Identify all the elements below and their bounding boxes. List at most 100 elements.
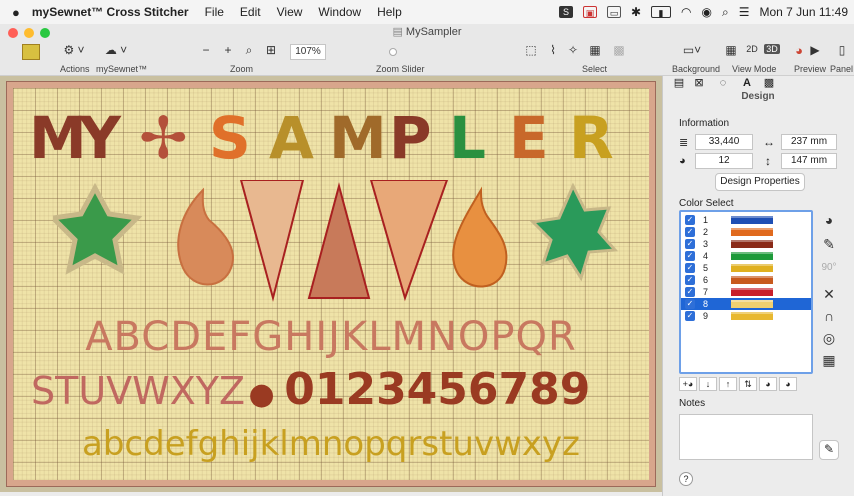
preview-label: Preview: [794, 64, 827, 74]
actions-label: Actions: [60, 64, 90, 74]
sort-colors-button[interactable]: ⇅: [739, 377, 757, 391]
edit-notes-button[interactable]: ✎: [819, 440, 839, 460]
view-mode-3d-button[interactable]: 3D: [764, 44, 780, 54]
menu-help[interactable]: Help: [369, 5, 410, 19]
color-number: 7: [703, 287, 709, 297]
minimize-window-button[interactable]: [24, 28, 34, 38]
tab-text-icon[interactable]: A: [739, 76, 755, 90]
status-flag-icon[interactable]: ▣: [582, 6, 597, 18]
zoom-actual-size-icon[interactable]: ⊞: [264, 43, 278, 57]
spiral-icon[interactable]: ◎: [819, 328, 839, 348]
menu-app-name[interactable]: mySewnet™ Cross Stitcher: [28, 5, 197, 19]
color-checkbox[interactable]: ✓: [685, 299, 695, 309]
select-lasso-icon[interactable]: ⌇: [546, 43, 560, 57]
zoom-to-fit-icon[interactable]: ⌕: [242, 43, 256, 58]
zoom-out-button[interactable]: −: [200, 43, 212, 57]
bluetooth-icon[interactable]: ✱: [631, 5, 641, 19]
wifi-icon[interactable]: ◠: [681, 5, 691, 19]
color-checkbox[interactable]: ✓: [685, 311, 695, 321]
merge-colors-button[interactable]: ◕: [759, 377, 777, 391]
color-checkbox[interactable]: ✓: [685, 263, 695, 273]
add-color-palette-icon[interactable]: ◕: [819, 210, 839, 230]
tab-design-info-icon[interactable]: ▤: [671, 76, 687, 90]
menu-view[interactable]: View: [269, 5, 311, 19]
menu-file[interactable]: File: [197, 5, 232, 19]
actions-gear-icon[interactable]: ⚙ ˅: [62, 43, 86, 57]
preview-color-icon[interactable]: ◕: [792, 43, 806, 58]
status-display-icon[interactable]: ▭: [606, 6, 621, 18]
design-canvas[interactable]: M Y ✢ S A M P L E R ABCDEFGHIJKLMNOPQR STUVWXYZ ●…: [0, 76, 662, 492]
preview-play-icon[interactable]: ▶: [808, 43, 822, 57]
color-list-item[interactable]: ✓ 2: [681, 226, 811, 238]
color-checkbox[interactable]: ✓: [685, 215, 695, 225]
remove-stitches-icon[interactable]: ✕: [819, 284, 839, 304]
design-properties-button[interactable]: Design Properties: [715, 173, 805, 191]
color-list-item[interactable]: ✓ 3: [681, 238, 811, 250]
control-center-icon[interactable]: ☰: [739, 5, 750, 19]
color-checkbox[interactable]: ✓: [685, 287, 695, 297]
green-star-motif: [53, 182, 143, 275]
color-list-item[interactable]: ✓ 7: [681, 286, 811, 298]
spotlight-search-icon[interactable]: ⌕: [722, 5, 729, 20]
panel-toggle-icon[interactable]: ▯: [836, 43, 848, 57]
width-field: 237 mm: [781, 134, 837, 150]
color-checkbox[interactable]: ✓: [685, 275, 695, 285]
add-color-button[interactable]: +◕: [679, 377, 697, 391]
eyedropper-icon[interactable]: ✎: [819, 234, 839, 254]
apple-icon[interactable]: ●: [0, 5, 28, 20]
color-checkbox[interactable]: ✓: [685, 227, 695, 237]
app-logo-icon[interactable]: [22, 44, 40, 60]
color-list-item[interactable]: ✓ 6: [681, 274, 811, 286]
color-checkbox[interactable]: ✓: [685, 239, 695, 249]
color-checkbox[interactable]: ✓: [685, 251, 695, 261]
menu-edit[interactable]: Edit: [232, 5, 269, 19]
menubar-clock[interactable]: Mon 7 Jun 11:49: [759, 5, 848, 19]
color-list-item[interactable]: ✓ 5: [681, 262, 811, 274]
select-rectangle-icon[interactable]: ⬚: [524, 43, 538, 57]
mysewnet-cloud-icon[interactable]: ☁ ˅: [104, 43, 128, 57]
battery-icon[interactable]: ▮: [651, 6, 672, 18]
view-mode-grid-icon[interactable]: ▦: [724, 43, 738, 57]
tab-stitch-icon[interactable]: ⊠: [691, 76, 707, 90]
uppercase-digits-row: STUVWXYZ ● 0123456789: [31, 364, 651, 415]
close-window-button[interactable]: [8, 28, 18, 38]
outline-icon[interactable]: ∩: [819, 306, 839, 326]
tab-select-icon[interactable]: ◌: [715, 76, 731, 90]
color-list-item[interactable]: ✓ 4: [681, 250, 811, 262]
color-swatch: [731, 264, 773, 272]
green-snowflake-motif: [529, 182, 619, 282]
help-button[interactable]: ?: [679, 472, 693, 486]
zoom-window-button[interactable]: [40, 28, 50, 38]
color-number: 2: [703, 227, 709, 237]
rotate-90-icon[interactable]: 90°: [819, 258, 839, 278]
menu-window[interactable]: Window: [310, 5, 369, 19]
color-list-item[interactable]: ✓ 9: [681, 310, 811, 322]
color-count-field: 12: [695, 153, 753, 169]
zoom-in-button[interactable]: +: [222, 43, 234, 57]
title-letter: S: [209, 104, 251, 172]
zoom-slider-thumb[interactable]: [388, 48, 397, 56]
select-magic-wand-icon[interactable]: ✧: [566, 43, 580, 57]
zoom-value-field[interactable]: 107%: [290, 44, 326, 60]
color-select-list[interactable]: ✓ 1 ✓ 2 ✓ 3 ✓ 4 ✓ 5 ✓ 6 ✓ 7 ✓ 8 ✓ 9: [679, 210, 813, 374]
view-mode-2d-button[interactable]: 2D: [744, 44, 760, 54]
color-list-item[interactable]: ✓ 1: [681, 214, 811, 226]
select-color-icon[interactable]: ▦: [588, 43, 602, 57]
tab-fill-icon[interactable]: ▩: [761, 76, 777, 90]
fill-pattern-icon[interactable]: ▦: [819, 350, 839, 370]
color-swatch: [731, 288, 773, 296]
color-list-item[interactable]: ✓ 8: [681, 298, 811, 310]
user-icon[interactable]: ◉: [702, 5, 712, 19]
title-letter: E: [509, 104, 549, 172]
move-color-up-button[interactable]: ↑: [719, 377, 737, 391]
color-swatch: [731, 240, 773, 248]
status-s-icon[interactable]: S: [558, 6, 573, 18]
cross-stitch-sampler[interactable]: M Y ✢ S A M P L E R ABCDEFGHIJKLMNOPQR STUVWXYZ ●…: [6, 81, 656, 487]
notes-label: Notes: [679, 398, 706, 409]
move-color-down-button[interactable]: ↓: [699, 377, 717, 391]
select-all-icon[interactable]: ▩: [612, 43, 626, 57]
notes-textarea[interactable]: [679, 414, 813, 460]
background-icon[interactable]: ▭˅: [680, 43, 704, 57]
color-options-button[interactable]: ◕: [779, 377, 797, 391]
background-label: Background: [672, 64, 721, 74]
